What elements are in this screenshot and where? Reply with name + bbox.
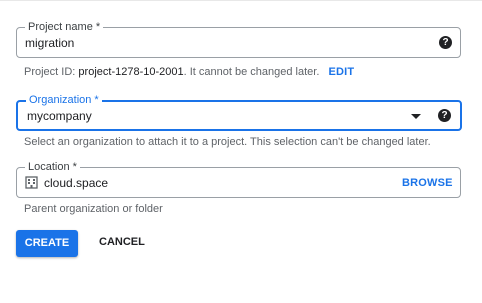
project-name-label: Project name * xyxy=(25,20,104,34)
edit-project-id-link[interactable]: EDIT xyxy=(328,66,354,78)
caret-down-icon[interactable] xyxy=(411,114,421,119)
project-name-input[interactable]: migration xyxy=(25,36,74,50)
top-divider xyxy=(0,0,482,1)
building-icon xyxy=(25,176,38,194)
organization-select[interactable]: Organization * mycompany ? xyxy=(16,93,462,131)
help-circle-icon[interactable]: ? xyxy=(438,109,451,122)
project-id-prefix: Project ID: xyxy=(24,66,76,78)
organization-label: Organization * xyxy=(26,93,102,107)
project-name-field[interactable]: Project name * migration ? xyxy=(16,20,461,58)
project-id-suffix: . It cannot be changed later. xyxy=(183,66,320,78)
help-circle-icon[interactable]: ? xyxy=(439,36,452,49)
cancel-button[interactable]: CANCEL xyxy=(99,236,145,248)
location-label: Location * xyxy=(25,160,80,174)
location-hint: Parent organization or folder xyxy=(24,203,163,215)
project-id-value: project-1278-10-2001 xyxy=(78,66,184,78)
browse-button[interactable]: BROWSE xyxy=(402,177,453,189)
create-button[interactable]: CREATE xyxy=(16,230,78,257)
location-field[interactable]: Location * cloud.space BROWSE xyxy=(16,160,461,198)
location-value: cloud.space xyxy=(44,176,109,190)
project-id-hint: Project ID: project-1278-10-2001. It can… xyxy=(24,66,354,78)
organization-hint: Select an organization to attach it to a… xyxy=(24,136,431,148)
organization-value: mycompany xyxy=(27,109,92,123)
